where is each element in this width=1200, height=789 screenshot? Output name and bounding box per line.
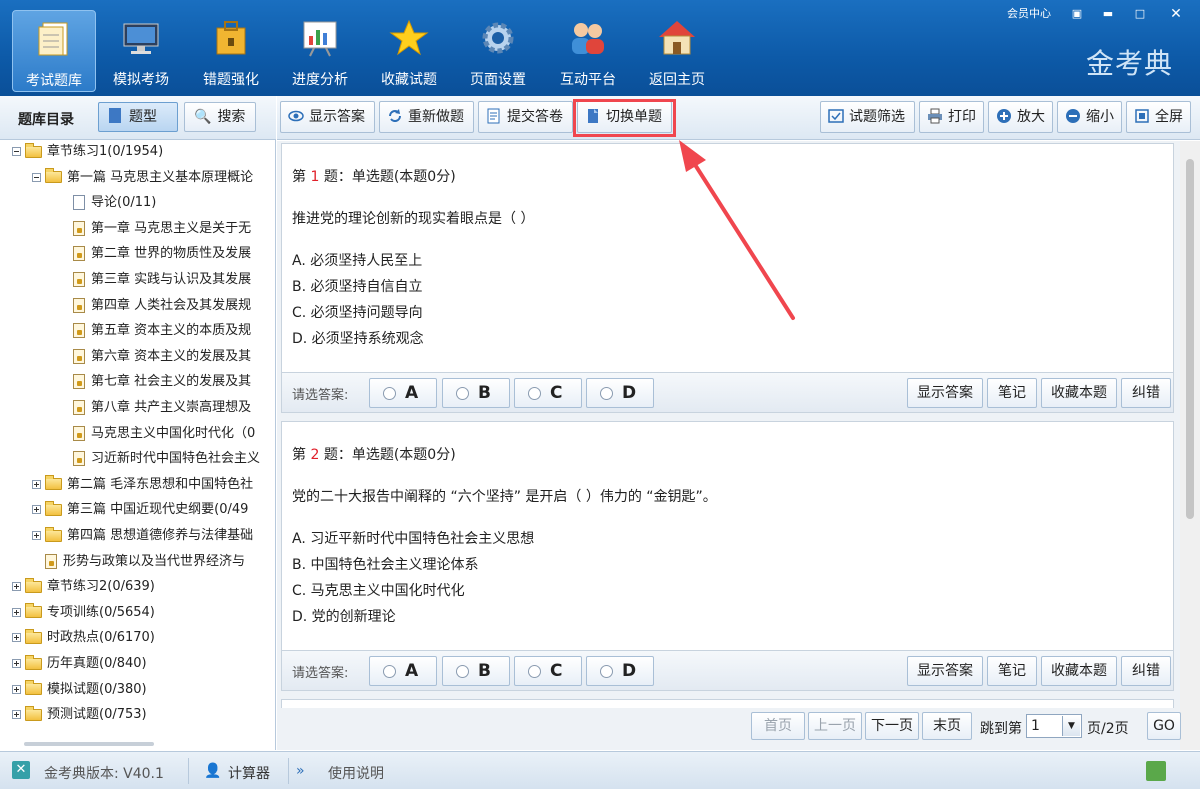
annotation-arrow [679,140,795,320]
